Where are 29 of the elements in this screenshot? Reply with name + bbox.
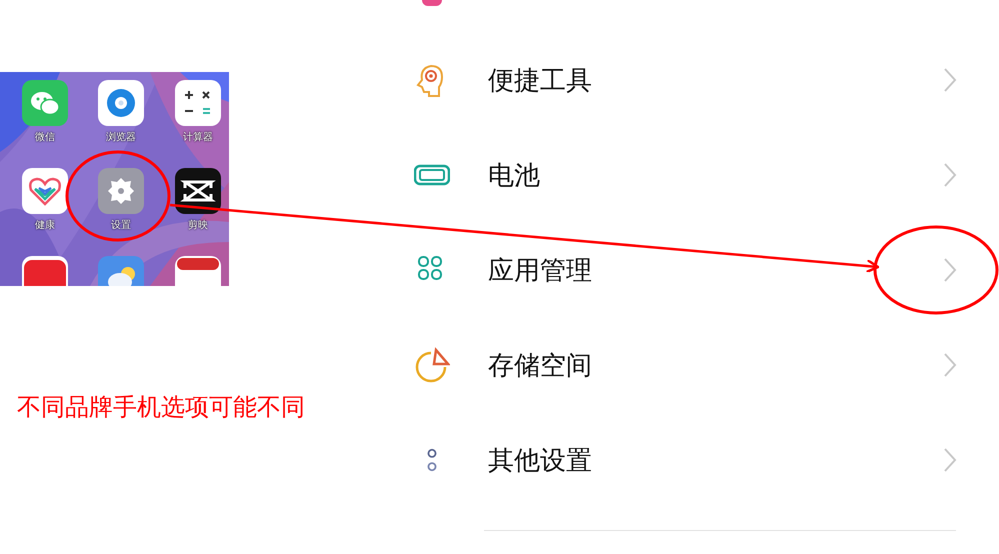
chevron-icon	[943, 446, 957, 472]
gear-icon[interactable]	[98, 168, 144, 214]
settings-item[interactable]: 便捷工具	[400, 32, 999, 127]
cut-off-icon	[422, 0, 442, 6]
app-label: 剪映	[187, 220, 209, 232]
settings-item[interactable]: 存储空间	[400, 317, 999, 412]
settings-item[interactable]: 电池	[400, 127, 999, 222]
pie-chart-icon	[414, 346, 450, 382]
settings-item[interactable]: 其他设置	[400, 412, 999, 507]
item-label: 应用管理	[488, 254, 592, 286]
chevron-icon	[943, 162, 957, 188]
app-label: 设置	[110, 220, 132, 232]
item-label: 存储空间	[488, 348, 592, 380]
app-label: 浏览器	[105, 132, 137, 144]
settings-item[interactable]: 应用管理	[400, 222, 999, 317]
annotation-note: 不同品牌手机选项可能不同	[17, 392, 306, 422]
chat-bubbles-icon[interactable]	[22, 80, 68, 126]
item-label: 其他设置	[488, 444, 592, 476]
app-label: 计算器	[182, 132, 214, 144]
app-label: 健康	[34, 220, 56, 232]
calculator-icon[interactable]	[175, 80, 221, 126]
clapper-icon[interactable]	[175, 168, 221, 214]
dots-icon	[426, 448, 438, 472]
chevron-icon	[943, 66, 957, 92]
item-label: 电池	[488, 158, 540, 190]
chevron-icon	[943, 256, 957, 282]
chevron-icon	[943, 352, 957, 378]
item-label: 便捷工具	[488, 64, 592, 96]
app-label: 微信	[34, 132, 56, 144]
